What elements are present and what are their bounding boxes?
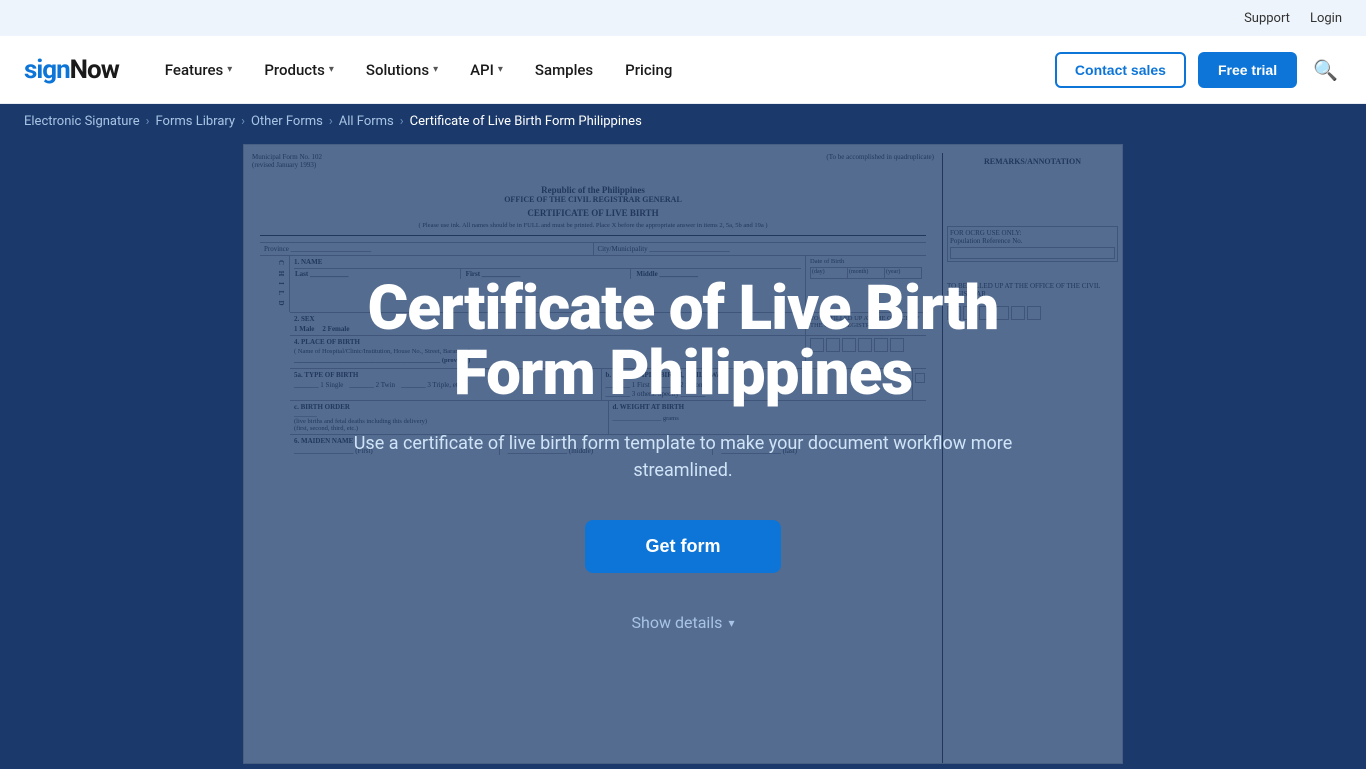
main-nav: signNow Features ▾ Products ▾ Solutions … (0, 36, 1366, 104)
search-icon[interactable]: 🔍 (1309, 54, 1342, 86)
breadcrumb: Electronic Signature › Forms Library › O… (0, 104, 1366, 139)
nav-products[interactable]: Products ▾ (250, 53, 348, 87)
solutions-chevron-icon: ▾ (433, 64, 438, 75)
contact-sales-button[interactable]: Contact sales (1055, 52, 1186, 88)
child-label: C H I L D (260, 256, 290, 312)
show-details-label: Show details (632, 613, 723, 632)
breadcrumb-other-forms[interactable]: Other Forms (251, 114, 323, 129)
hero-title: Certificate of Live Birth Form Philippin… (353, 276, 1013, 406)
breadcrumb-all-forms[interactable]: All Forms (339, 114, 394, 129)
instructions-label: ( Please use ink. All names should be in… (260, 222, 926, 229)
api-chevron-icon: ▾ (498, 64, 503, 75)
chevron-down-icon: ▾ (728, 616, 734, 630)
login-link[interactable]: Login (1310, 11, 1342, 26)
nav-api[interactable]: API ▾ (456, 53, 517, 87)
breadcrumb-sep-1: › (146, 114, 150, 129)
hero-subtitle: Use a certificate of live birth form tem… (353, 430, 1013, 484)
nav-solutions[interactable]: Solutions ▾ (352, 53, 452, 87)
republic-label: Republic of the Philippines (260, 185, 926, 195)
nav-links: Features ▾ Products ▾ Solutions ▾ API ▾ … (151, 53, 1055, 87)
features-chevron-icon: ▾ (227, 64, 232, 75)
nav-samples[interactable]: Samples (521, 53, 607, 87)
breadcrumb-forms-library[interactable]: Forms Library (156, 114, 236, 129)
nav-pricing[interactable]: Pricing (611, 53, 686, 87)
free-trial-button[interactable]: Free trial (1198, 52, 1297, 88)
products-chevron-icon: ▾ (329, 64, 334, 75)
muni-form-label: Municipal Form No. 102 (revised January … (252, 153, 322, 169)
logo[interactable]: signNow (24, 55, 119, 85)
nav-features[interactable]: Features ▾ (151, 53, 247, 87)
certificate-title: CERTIFICATE OF LIVE BIRTH (260, 208, 926, 218)
breadcrumb-sep-3: › (329, 114, 333, 129)
show-details-button[interactable]: Show details ▾ (353, 613, 1013, 632)
hero-content: Certificate of Live Birth Form Philippin… (333, 236, 1033, 672)
nav-actions: Contact sales Free trial 🔍 (1055, 52, 1342, 88)
hero-section: Municipal Form No. 102 (revised January … (0, 139, 1366, 769)
office-label: OFFICE OF THE CIVIL REGISTRAR GENERAL (260, 195, 926, 204)
breadcrumb-current: Certificate of Live Birth Form Philippin… (410, 114, 642, 129)
breadcrumb-sep-2: › (241, 114, 245, 129)
quad-note-label: (To be accomplished in quadruplicate) (826, 153, 934, 161)
get-form-button[interactable]: Get form (585, 520, 780, 573)
top-bar: Support Login (0, 0, 1366, 36)
support-link[interactable]: Support (1244, 11, 1290, 26)
breadcrumb-sep-4: › (400, 114, 404, 129)
breadcrumb-electronic-signature[interactable]: Electronic Signature (24, 114, 140, 129)
